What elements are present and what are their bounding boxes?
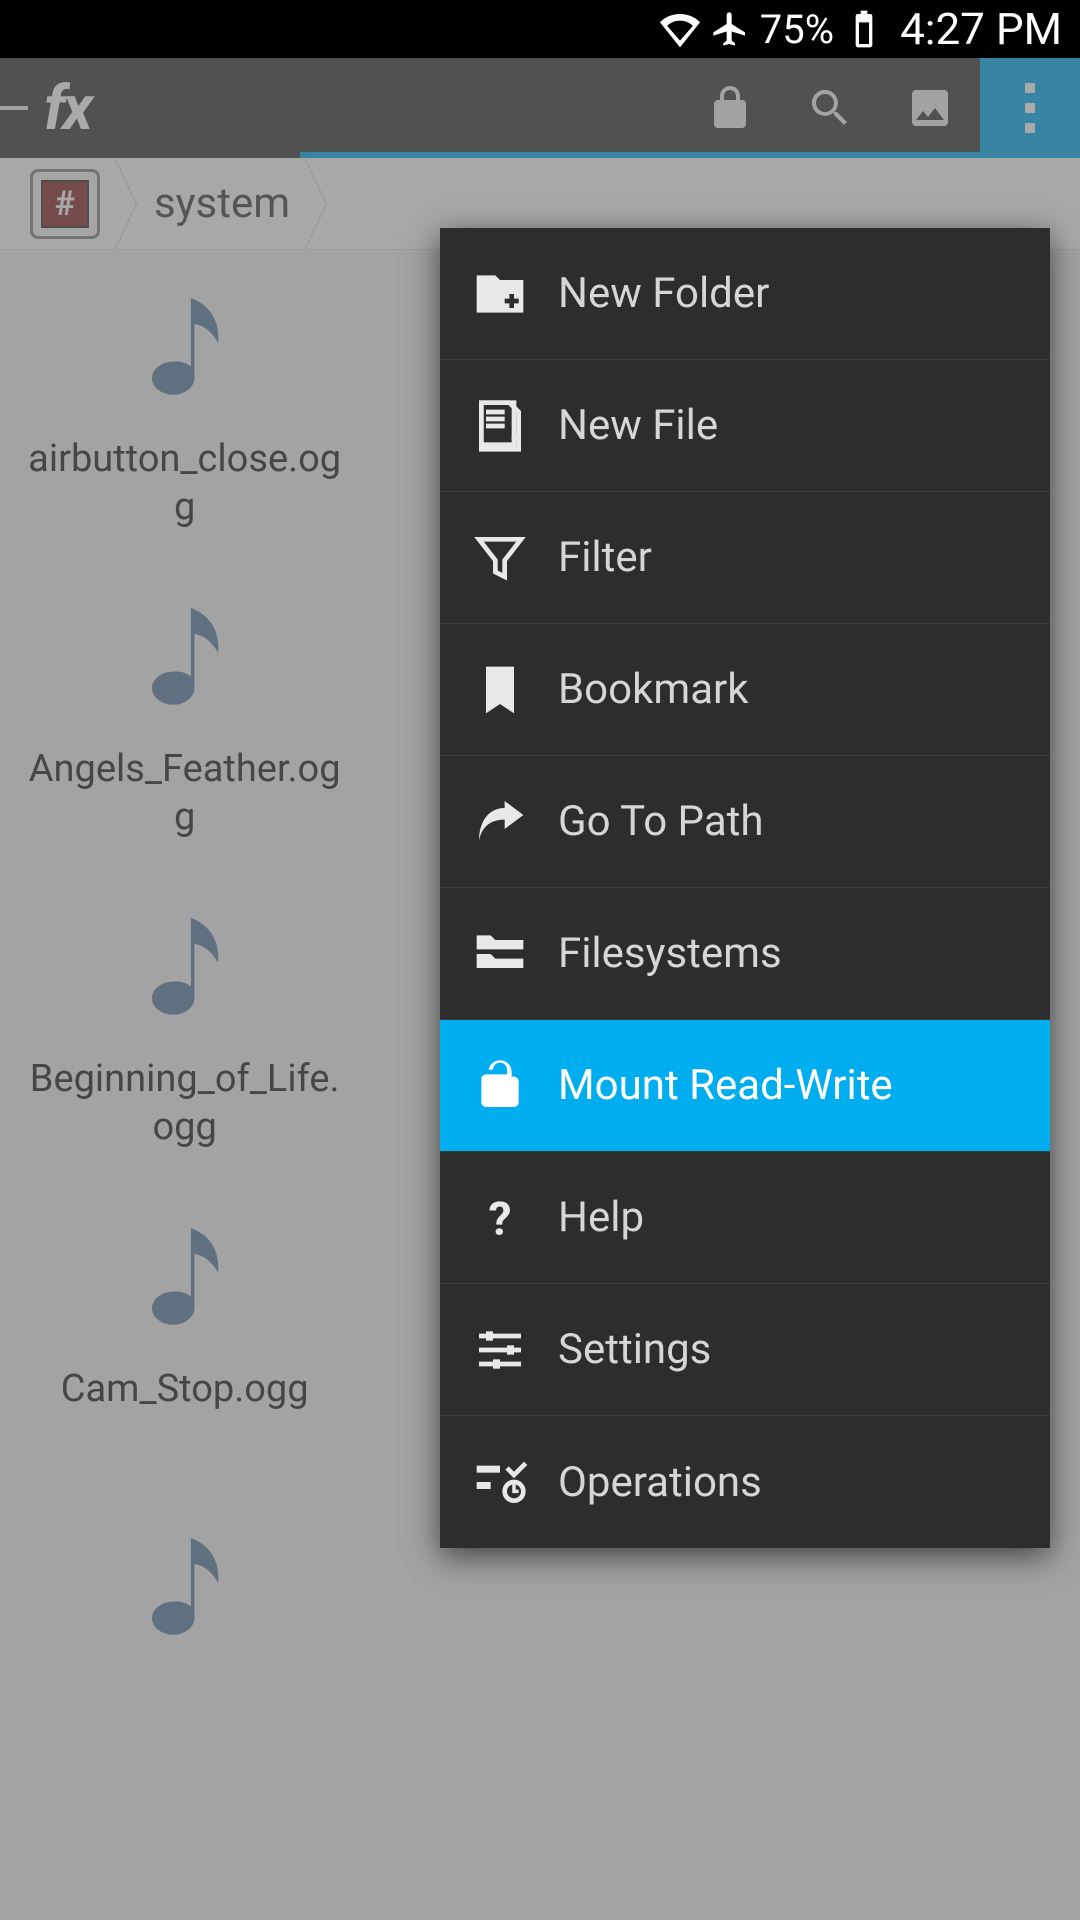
menu-filesystems[interactable]: Filesystems [440, 888, 1050, 1020]
battery-icon [844, 9, 884, 49]
menu-label: Bookmark [558, 665, 749, 714]
airplane-icon [710, 9, 750, 49]
new-file-icon [462, 398, 538, 454]
menu-label: New File [558, 401, 718, 450]
menu-new-file[interactable]: New File [440, 360, 1050, 492]
unlock-icon [462, 1058, 538, 1114]
operations-icon [462, 1454, 538, 1510]
menu-label: Settings [558, 1325, 711, 1374]
menu-label: New Folder [558, 269, 769, 318]
battery-percent: 75% [760, 6, 834, 53]
filesystems-icon [462, 926, 538, 982]
filter-icon [462, 530, 538, 586]
menu-label: Help [558, 1193, 644, 1242]
new-folder-icon [462, 266, 538, 322]
menu-bookmark[interactable]: Bookmark [440, 624, 1050, 756]
menu-label: Go To Path [558, 797, 764, 846]
help-icon: ? [462, 1190, 538, 1246]
clock: 4:27 PM [900, 3, 1062, 55]
overflow-menu: New Folder New File Filter Bookmark Go T… [440, 228, 1050, 1548]
menu-settings[interactable]: Settings [440, 1284, 1050, 1416]
bookmark-icon [462, 662, 538, 718]
menu-help[interactable]: ? Help [440, 1152, 1050, 1284]
settings-icon [462, 1322, 538, 1378]
menu-mount-read-write[interactable]: Mount Read-Write [440, 1020, 1050, 1152]
goto-icon [462, 794, 538, 850]
menu-new-folder[interactable]: New Folder [440, 228, 1050, 360]
wifi-icon [660, 9, 700, 49]
menu-label: Mount Read-Write [558, 1061, 893, 1110]
menu-label: Filter [558, 533, 652, 582]
menu-label: Operations [558, 1458, 762, 1507]
svg-text:?: ? [488, 1192, 511, 1246]
menu-label: Filesystems [558, 929, 782, 978]
menu-filter[interactable]: Filter [440, 492, 1050, 624]
status-bar: 75% 4:27 PM [0, 0, 1080, 58]
menu-go-to-path[interactable]: Go To Path [440, 756, 1050, 888]
menu-operations[interactable]: Operations [440, 1416, 1050, 1548]
